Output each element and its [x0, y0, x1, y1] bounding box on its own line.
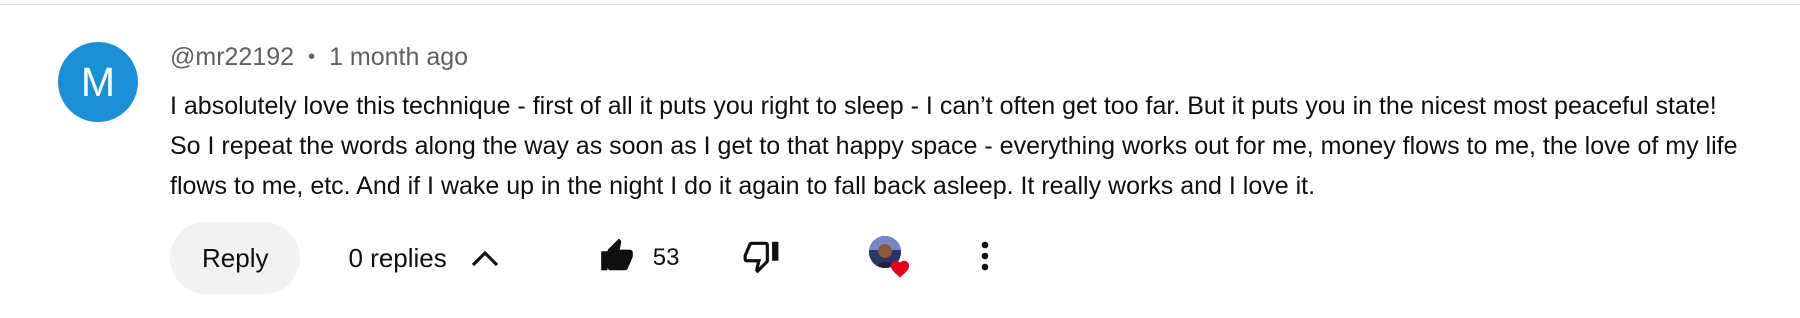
- divider: [0, 4, 1800, 5]
- thumbs-down-icon: [742, 237, 780, 280]
- more-vertical-icon: [980, 240, 990, 277]
- reply-button[interactable]: Reply: [170, 222, 301, 294]
- separator-dot: •: [308, 45, 316, 68]
- comment-timestamp[interactable]: 1 month ago: [329, 43, 468, 72]
- like-button[interactable]: [595, 236, 639, 280]
- heart-icon: [889, 258, 911, 280]
- dislike-button[interactable]: [739, 236, 783, 280]
- replies-count-label: 0 replies: [348, 242, 447, 273]
- replies-toggle[interactable]: 0 replies: [348, 242, 500, 274]
- avatar[interactable]: M: [58, 42, 138, 122]
- like-group: 53: [595, 234, 1008, 282]
- more-actions-button[interactable]: [963, 236, 1007, 280]
- author-name[interactable]: @mr22192: [170, 43, 294, 72]
- comment-body: I absolutely love this technique - first…: [170, 92, 1738, 200]
- reply-label: Reply: [202, 242, 269, 273]
- like-count: 53: [652, 244, 680, 271]
- comment-actions: Reply 0 replies 53: [170, 222, 1007, 294]
- comment-header: @mr22192 • 1 month ago: [170, 42, 468, 72]
- creator-heart-badge[interactable]: [863, 234, 911, 282]
- comment-thread: M @mr22192 • 1 month ago I absolutely lo…: [0, 0, 1800, 318]
- avatar-letter: M: [80, 58, 116, 105]
- chevron-up-icon: [469, 242, 501, 274]
- thumbs-up-filled-icon: [598, 237, 636, 280]
